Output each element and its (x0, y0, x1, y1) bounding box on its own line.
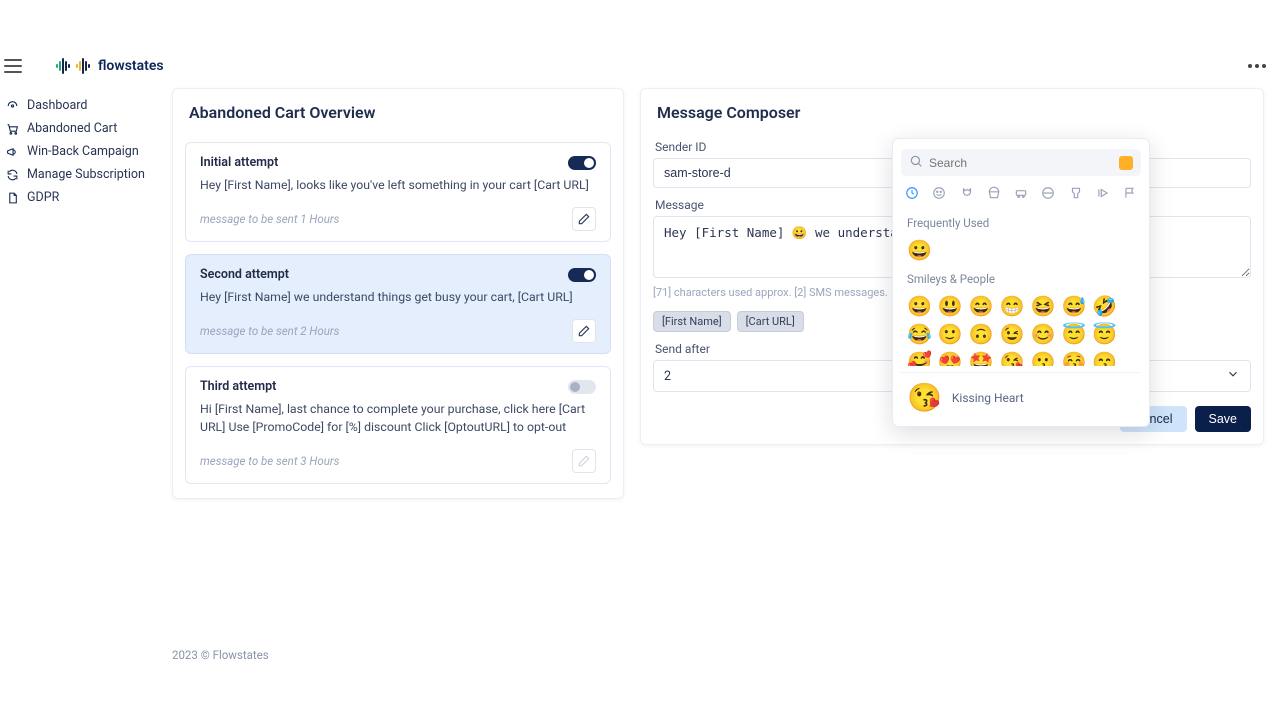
attempt-toggle[interactable] (568, 380, 596, 394)
emoji-preview: 😘 Kissing Heart (901, 372, 1141, 416)
logo-mark-icon (56, 58, 90, 74)
attempt-send-note: message to be sent 1 Hours (200, 212, 339, 226)
attempt-card-2[interactable]: Second attempt Hey [First Name] we under… (185, 254, 611, 354)
edit-button[interactable] (572, 319, 596, 343)
activity-icon[interactable] (1041, 186, 1055, 200)
tag-cart-url[interactable]: [Cart URL] (737, 311, 804, 332)
emoji-category-tabs (901, 176, 1141, 208)
brand-logo: flowstates (56, 58, 164, 74)
megaphone-icon (6, 145, 19, 158)
sidebar-item-label: Abandoned Cart (27, 121, 117, 136)
attempt-send-note: message to be sent 3 Hours (200, 454, 339, 468)
sidebar: Dashboard Abandoned Cart Win-Back Campai… (4, 94, 164, 209)
overview-title: Abandoned Cart Overview (173, 89, 623, 130)
chevron-down-icon (1226, 367, 1240, 385)
attempt-card-3[interactable]: Third attempt Hi [First Name], last chan… (185, 366, 611, 483)
emoji-row[interactable]: 😀😃😄😁😆😅🤣 (903, 292, 1139, 320)
cart-icon (6, 122, 19, 135)
emoji-search-row (901, 149, 1141, 176)
sidebar-item-subscription[interactable]: Manage Subscription (4, 163, 164, 186)
gauge-icon (6, 99, 19, 112)
document-icon (6, 191, 19, 204)
attempt-toggle[interactable] (568, 156, 596, 170)
save-button[interactable]: Save (1195, 406, 1252, 432)
sidebar-item-label: Dashboard (27, 98, 87, 113)
attempt-title: Initial attempt (200, 155, 278, 170)
emoji-scroll[interactable]: Frequently Used 😀 Smileys & People 😀😃😄😁😆… (901, 208, 1141, 366)
emoji-section-frequent: Frequently Used (907, 216, 1135, 230)
tag-first-name[interactable]: [First Name] (653, 311, 731, 332)
refresh-icon (6, 168, 19, 181)
sidebar-item-winback[interactable]: Win-Back Campaign (4, 140, 164, 163)
attempt-body: Hey [First Name], looks like you've left… (200, 178, 596, 195)
skin-tone-swatch[interactable] (1119, 156, 1133, 170)
emoji-search-input[interactable] (929, 156, 1113, 170)
sidebar-item-label: GDPR (27, 190, 59, 205)
attempt-send-note: message to be sent 2 Hours (200, 324, 339, 338)
edit-button[interactable] (572, 449, 596, 473)
more-menu-button[interactable] (1242, 58, 1272, 74)
sidebar-item-gdpr[interactable]: GDPR (4, 186, 164, 209)
attempt-title: Second attempt (200, 267, 289, 282)
topbar-left: flowstates (4, 58, 164, 74)
sidebar-item-abandoned-cart[interactable]: Abandoned Cart (4, 117, 164, 140)
overview-panel: Abandoned Cart Overview Initial attempt … (172, 88, 624, 499)
edit-button[interactable] (572, 207, 596, 231)
topbar: flowstates (4, 58, 1272, 74)
search-icon (909, 154, 923, 171)
sidebar-item-dashboard[interactable]: Dashboard (4, 94, 164, 117)
attempt-toggle[interactable] (568, 268, 596, 282)
send-after-value: 2 (664, 369, 671, 384)
sidebar-item-label: Win-Back Campaign (27, 144, 139, 159)
emoji-preview-name: Kissing Heart (952, 391, 1024, 405)
emoji-row[interactable]: 😀 (903, 236, 1139, 264)
attempt-body: Hi [First Name], last chance to complete… (200, 402, 596, 436)
emoji-picker: Frequently Used 😀 Smileys & People 😀😃😄😁😆… (892, 138, 1150, 427)
flags-icon[interactable] (1123, 186, 1137, 200)
travel-icon[interactable] (1014, 186, 1028, 200)
emoji-preview-glyph: 😘 (907, 381, 942, 414)
objects-icon[interactable] (1069, 186, 1083, 200)
emoji-row[interactable]: 🥰😍🤩😘😗😚😙 (903, 348, 1139, 366)
brand-name: flowstates (98, 58, 164, 74)
attempt-card-1[interactable]: Initial attempt Hey [First Name], looks … (185, 142, 611, 242)
menu-toggle-button[interactable] (4, 59, 22, 73)
footer-text: 2023 © Flowstates (172, 648, 269, 662)
emoji-row[interactable]: 😂🙂🙃😉😊😇😇 (903, 320, 1139, 348)
attempt-body: Hey [First Name] we understand things ge… (200, 290, 596, 307)
composer-title: Message Composer (653, 89, 1251, 130)
smiley-icon[interactable] (932, 186, 946, 200)
animal-icon[interactable] (960, 186, 974, 200)
attempt-title: Third attempt (200, 379, 276, 394)
emoji-section-smileys: Smileys & People (907, 272, 1135, 286)
recent-icon[interactable] (905, 186, 919, 200)
food-icon[interactable] (987, 186, 1001, 200)
sidebar-item-label: Manage Subscription (27, 167, 145, 182)
symbols-icon[interactable] (1096, 186, 1110, 200)
